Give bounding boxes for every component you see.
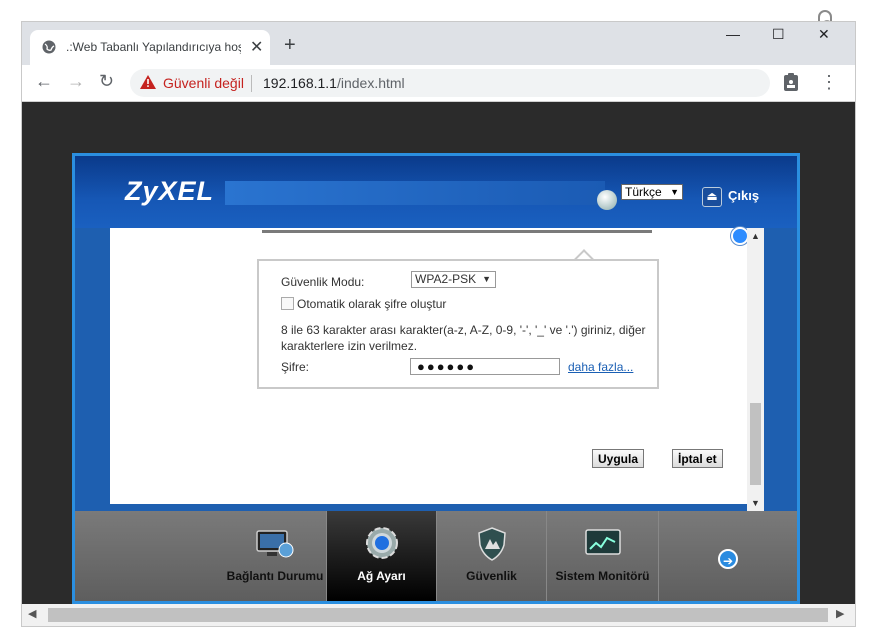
nav-next-arrow-icon[interactable]: ➔	[718, 549, 738, 569]
language-value: Türkçe	[625, 185, 662, 199]
tab-router-config[interactable]: .:Web Tabanlı Yapılandırıcıya hoş ✕	[30, 30, 270, 65]
url-text: 192.168.1.1/index.html	[263, 75, 405, 91]
nav-label: Ağ Ayarı	[357, 569, 406, 583]
warning-triangle-icon	[140, 75, 156, 89]
scroll-up-arrow[interactable]: ▲	[751, 231, 760, 241]
settings-panel: Güvenlik Modu: WPA2-PSK ▼ Otomatik olara…	[110, 227, 749, 504]
security-mode-value: WPA2-PSK	[415, 272, 477, 286]
page-horizontal-scrollbar[interactable]: ◀ ▶	[22, 604, 855, 626]
shield-icon	[477, 527, 506, 561]
logo-banner	[225, 181, 605, 205]
forward-button[interactable]: →	[67, 71, 85, 92]
gear-icon	[365, 527, 398, 559]
more-link[interactable]: daha fazla...	[568, 360, 633, 374]
router-app: ZyXEL Türkçe ▼ ⏏ Çıkış Güvenlik Modu: WP…	[72, 153, 800, 604]
window-close-button[interactable]: ✕	[818, 26, 830, 43]
apply-button[interactable]: Uygula	[592, 449, 645, 468]
tab-strip: .:Web Tabanlı Yapılandırıcıya hoş ✕ + — …	[22, 22, 855, 65]
nav-label: Sistem Monitörü	[555, 569, 650, 583]
address-bar[interactable]: Güvenli değil 192.168.1.1/index.html	[130, 69, 770, 97]
cancel-button[interactable]: İptal et	[672, 449, 723, 468]
page-viewport: ZyXEL Türkçe ▼ ⏏ Çıkış Güvenlik Modu: WP…	[22, 102, 855, 604]
maximize-button[interactable]: ☐	[772, 26, 785, 43]
url-host: 192.168.1.1	[263, 75, 337, 91]
nav-label: Güvenlik	[466, 569, 517, 583]
security-mode-select[interactable]: WPA2-PSK ▼	[411, 271, 496, 288]
minimize-button[interactable]: —	[726, 26, 740, 42]
reload-button[interactable]: ↻	[99, 71, 114, 92]
auto-password-label: Otomatik olarak şifre oluştur	[297, 297, 447, 311]
auto-password-checkbox[interactable]	[281, 297, 294, 310]
security-settings-popup: Güvenlik Modu: WPA2-PSK ▼ Otomatik olara…	[257, 259, 659, 389]
url-path: /index.html	[336, 75, 405, 91]
omnibox-separator	[251, 75, 252, 92]
bottom-navigation: Bağlantı Durumu Ağ Ayarı Güvenlik Sistem…	[75, 511, 797, 601]
new-tab-button[interactable]: +	[284, 34, 296, 57]
nav-item-network-settings[interactable]: Ağ Ayarı	[327, 511, 437, 601]
password-hint-line2: karakterlere izin verilmez.	[281, 339, 418, 353]
password-input[interactable]: ●●●●●●	[410, 358, 560, 375]
language-select[interactable]: Türkçe ▼	[621, 184, 683, 200]
content-vertical-scrollbar[interactable]: ▲ ▼	[747, 228, 764, 514]
router-header: ZyXEL Türkçe ▼ ⏏ Çıkış	[75, 156, 797, 228]
security-mode-label: Güvenlik Modu:	[281, 275, 365, 289]
logout-icon[interactable]: ⏏	[702, 187, 722, 207]
horizontal-scroll-thumb[interactable]	[48, 608, 828, 622]
nav-item-system-monitor[interactable]: Sistem Monitörü	[547, 511, 659, 601]
scroll-left-arrow[interactable]: ◀	[28, 607, 36, 620]
nav-item-connection-status[interactable]: Bağlantı Durumu	[75, 511, 327, 601]
scroll-right-arrow[interactable]: ▶	[836, 607, 844, 620]
tab-close-icon[interactable]: ✕	[250, 37, 263, 57]
language-globe-icon	[597, 190, 617, 210]
settings-slider-track[interactable]	[262, 227, 749, 245]
monitor-globe-icon	[256, 530, 294, 558]
logout-link[interactable]: Çıkış	[728, 188, 759, 203]
scroll-down-arrow[interactable]: ▼	[751, 498, 760, 508]
chart-monitor-icon	[584, 529, 621, 555]
chevron-down-icon: ▼	[482, 274, 491, 284]
scroll-thumb[interactable]	[750, 403, 761, 485]
nav-item-security[interactable]: Güvenlik	[437, 511, 547, 601]
browser-toolbar: ← → ↻ Güvenli değil 192.168.1.1/index.ht…	[22, 65, 855, 102]
browser-window: .:Web Tabanlı Yapılandırıcıya hoş ✕ + — …	[21, 21, 856, 627]
chevron-down-icon: ▼	[670, 187, 679, 197]
browser-menu-icon[interactable]: ⋮	[820, 72, 838, 93]
nav-label: Bağlantı Durumu	[226, 569, 324, 583]
tab-title: .:Web Tabanlı Yapılandırıcıya hoş	[66, 40, 241, 54]
zyxel-logo: ZyXEL	[125, 176, 215, 206]
back-button[interactable]: ←	[35, 71, 53, 92]
password-hint-line1: 8 ile 63 karakter arası karakter(a-z, A-…	[281, 323, 646, 337]
globe-icon	[42, 40, 56, 54]
clipboard-extension-icon[interactable]	[784, 73, 798, 91]
security-warning-text[interactable]: Güvenli değil	[163, 75, 244, 91]
password-label: Şifre:	[281, 360, 310, 374]
